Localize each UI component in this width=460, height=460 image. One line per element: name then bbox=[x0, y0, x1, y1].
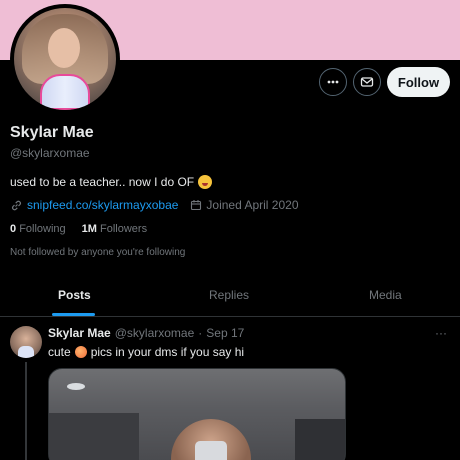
post-media-image[interactable] bbox=[48, 368, 346, 460]
peach-icon bbox=[74, 346, 87, 358]
message-button[interactable] bbox=[353, 68, 381, 96]
post-date[interactable]: Sep 17 bbox=[206, 326, 244, 340]
joined-text: Joined April 2020 bbox=[206, 198, 299, 212]
profile-meta: snipfeed.co/skylarmayxobae Joined April … bbox=[10, 198, 299, 212]
post-separator: · bbox=[198, 326, 203, 340]
tab-posts[interactable]: Posts bbox=[58, 288, 91, 302]
follow-button[interactable]: Follow bbox=[387, 67, 450, 97]
tab-replies[interactable]: Replies bbox=[209, 288, 249, 302]
active-tab-indicator bbox=[52, 313, 95, 316]
more-options-button[interactable] bbox=[319, 68, 347, 96]
followers-stat[interactable]: 1M Followers bbox=[82, 223, 147, 235]
profile-name: Skylar Mae bbox=[10, 124, 94, 141]
bio-text: used to be a teacher.. now I do OF bbox=[10, 175, 195, 189]
zany-face-icon bbox=[198, 175, 213, 189]
profile-handle: @skylarxomae bbox=[10, 146, 90, 160]
profile-bio: used to be a teacher.. now I do OF bbox=[10, 175, 213, 189]
post-more-icon[interactable]: ··· bbox=[435, 326, 447, 340]
envelope-icon bbox=[360, 77, 374, 87]
profile-tabs: Posts Replies Media bbox=[0, 277, 460, 317]
post-author[interactable]: Skylar Mae bbox=[48, 326, 111, 340]
post-handle[interactable]: @skylarxomae bbox=[115, 326, 195, 340]
post-text: cute pics in your dms if you say hi bbox=[48, 345, 244, 359]
profile-stats: 0 Following 1M Followers bbox=[10, 223, 147, 235]
profile-avatar[interactable] bbox=[10, 4, 120, 114]
joined-date: Joined April 2020 bbox=[190, 198, 299, 212]
post-avatar[interactable] bbox=[10, 326, 42, 358]
avatar-image bbox=[14, 8, 116, 110]
link-icon bbox=[12, 200, 21, 210]
thread-line bbox=[25, 362, 27, 460]
tab-media[interactable]: Media bbox=[369, 288, 402, 302]
more-icon bbox=[327, 80, 339, 84]
calendar-icon bbox=[191, 200, 202, 211]
post-header: Skylar Mae @skylarxomae · Sep 17 bbox=[48, 326, 244, 340]
not-followed-note: Not followed by anyone you're following bbox=[10, 247, 186, 258]
following-stat[interactable]: 0 Following bbox=[10, 223, 66, 235]
profile-link[interactable]: snipfeed.co/skylarmayxobae bbox=[27, 198, 178, 212]
post-text-end: pics in your dms if you say hi bbox=[90, 345, 245, 359]
post-text-start: cute bbox=[48, 345, 71, 359]
